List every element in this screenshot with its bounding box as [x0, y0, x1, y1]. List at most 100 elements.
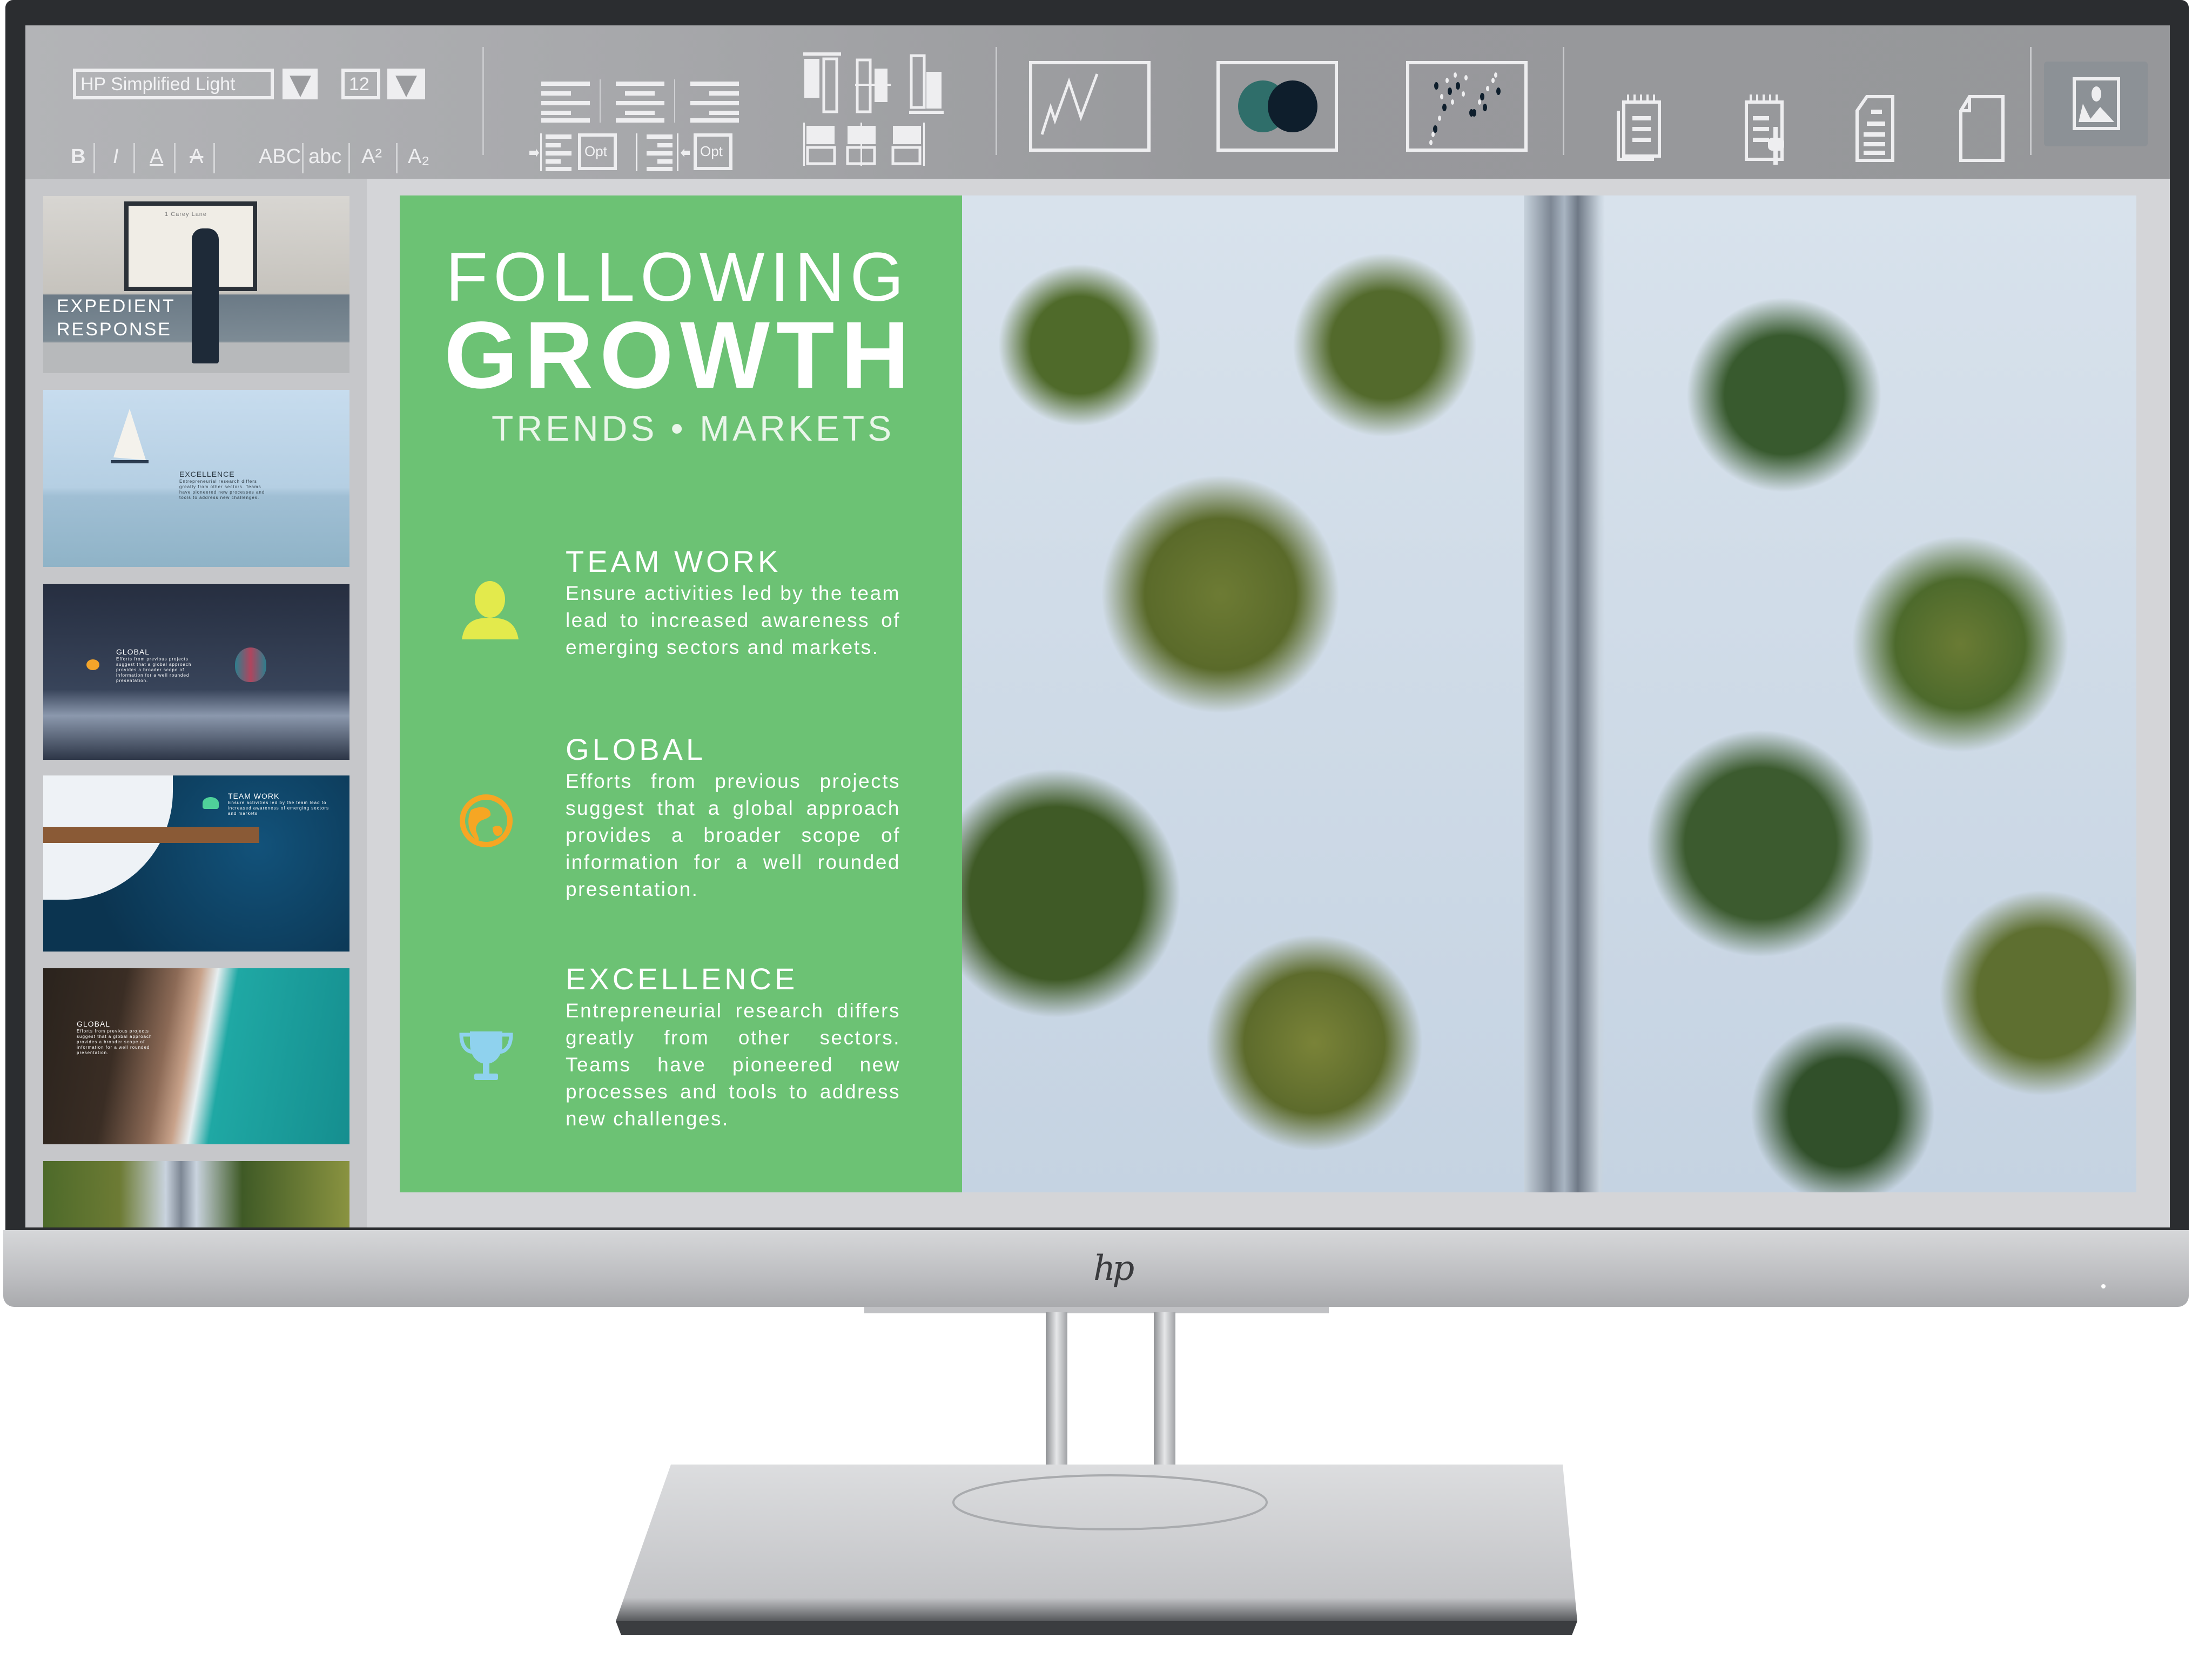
- toolbar-separator: [2030, 47, 2032, 155]
- walking-person: [192, 228, 219, 363]
- monitor-screen: HP Simplified Light 12 B I A A ABC abc A…: [25, 25, 2170, 1227]
- strikethrough-button[interactable]: A: [190, 145, 203, 168]
- hp-logo: hp: [1093, 1249, 1137, 1288]
- scatter-chart-icon: [1429, 72, 1501, 145]
- indent-left-option[interactable]: Opt: [578, 133, 617, 170]
- stand-post: [1154, 1312, 1175, 1485]
- slide-thumbnail-4[interactable]: TEAM WORK Ensure activities led by the t…: [43, 775, 349, 952]
- slide-thumbnail-2[interactable]: EXCELLENCE Entrepreneurial research diff…: [43, 390, 349, 567]
- globe-icon: [460, 794, 513, 847]
- scatter-dot: [1491, 78, 1495, 83]
- forest-road-photo: [962, 195, 2136, 1192]
- scatter-dot: [1478, 99, 1481, 105]
- line-chart-button[interactable]: [1029, 61, 1151, 152]
- bold-button[interactable]: B: [71, 145, 85, 168]
- thumbnail-body: Efforts from previous projects suggest t…: [116, 657, 192, 683]
- slide-thumbnail-panel: 1 Carey Lane EXPEDIENT RESPONSE EXCELLEN…: [25, 179, 367, 1227]
- align-right-icon: [690, 82, 739, 123]
- scatter-dot: [1440, 94, 1443, 99]
- scatter-dot: [1494, 72, 1497, 78]
- notepad-button[interactable]: [1616, 95, 1670, 165]
- font-name-value: HP Simplified Light: [80, 74, 236, 95]
- toolbar: HP Simplified Light 12 B I A A ABC abc A…: [25, 25, 2170, 179]
- scatter-dot: [1438, 116, 1441, 121]
- section-title-team-work: TEAM WORK: [566, 544, 782, 578]
- image-button[interactable]: [2044, 62, 2148, 146]
- indent-increase-icon[interactable]: [529, 133, 573, 171]
- divider: [636, 133, 637, 171]
- scatter-dot: [1451, 99, 1454, 105]
- scatter-dot: [1429, 140, 1433, 145]
- thumbnail-title: EXCELLENCE: [179, 470, 235, 478]
- slide-text-panel: FOLLOWING GROWTH TRENDS • MARKETS TEAM W…: [400, 195, 962, 1192]
- scatter-dot: [1456, 82, 1460, 90]
- thumbnail-sign: 1 Carey Lane: [165, 211, 207, 218]
- divider: [213, 143, 215, 173]
- section-title-excellence: EXCELLENCE: [566, 962, 798, 996]
- divider: [93, 143, 95, 173]
- thumbnail-title: GLOBAL: [116, 647, 150, 656]
- divider: [348, 143, 350, 173]
- align-middle-icon: [855, 58, 891, 113]
- vertical-align-buttons[interactable]: [803, 52, 965, 182]
- scatter-dot: [1433, 125, 1437, 133]
- option-label: Opt: [700, 143, 723, 159]
- venn-chart-icon: [1238, 80, 1317, 132]
- uppercase-button[interactable]: ABC: [259, 145, 301, 168]
- slide-canvas[interactable]: FOLLOWING GROWTH TRENDS • MARKETS TEAM W…: [400, 195, 2136, 1192]
- globe-icon: [86, 659, 99, 670]
- slide-title-line2: GROWTH: [444, 302, 916, 408]
- notepad-edit-button[interactable]: [1743, 95, 1797, 165]
- balloon-image: [235, 647, 266, 682]
- scatter-dot: [1448, 87, 1452, 95]
- scatter-dot: [1442, 104, 1447, 111]
- font-name-field[interactable]: HP Simplified Light: [73, 69, 274, 99]
- section-title-global: GLOBAL: [566, 732, 707, 766]
- italic-button[interactable]: I: [113, 145, 119, 168]
- scatter-dot: [1454, 72, 1457, 78]
- indent-decrease-icon[interactable]: [647, 133, 690, 171]
- scatter-dot: [1434, 82, 1438, 90]
- stand-base: [616, 1465, 1577, 1635]
- font-size-dropdown[interactable]: [387, 69, 425, 99]
- slide-thumbnail-1[interactable]: 1 Carey Lane EXPEDIENT RESPONSE: [43, 196, 349, 373]
- thumbnail-body: Entrepreneurial research differs greatly…: [179, 479, 265, 500]
- slide-thumbnail-3[interactable]: GLOBAL Efforts from previous projects su…: [43, 584, 349, 760]
- anchor-chain: [43, 827, 259, 843]
- thumbnail-title: TEAM WORK: [228, 792, 280, 800]
- slide-thumbnail-5[interactable]: GLOBAL Efforts from previous projects su…: [43, 968, 349, 1144]
- blank-page-button[interactable]: [1956, 95, 2011, 165]
- underline-button[interactable]: A: [150, 145, 163, 168]
- sailboat-image: [111, 409, 149, 463]
- divider: [302, 143, 304, 173]
- superscript-button[interactable]: A²: [361, 145, 382, 168]
- thumbnail-title: EXPEDIENT: [57, 296, 176, 316]
- trophy-icon: [459, 1031, 513, 1080]
- scatter-dot: [1431, 132, 1435, 137]
- scatter-dot: [1483, 104, 1487, 111]
- scatter-dot: [1464, 75, 1468, 80]
- monitor-chin: hp: [3, 1230, 2189, 1307]
- toolbar-separator: [996, 47, 997, 155]
- document-button[interactable]: [1854, 95, 1908, 165]
- thumbnail-body: Ensure activities led by the team lead t…: [228, 800, 330, 816]
- thumbnail-title: GLOBAL: [77, 1020, 111, 1028]
- subscript-button[interactable]: A₂: [408, 145, 429, 168]
- font-name-dropdown[interactable]: [283, 69, 318, 99]
- venn-chart-button[interactable]: [1216, 61, 1338, 152]
- distribute-icon: [803, 123, 925, 166]
- stand-mount: [864, 1307, 1329, 1313]
- divider: [396, 143, 398, 173]
- image-icon: [2073, 77, 2120, 130]
- lowercase-button[interactable]: abc: [308, 145, 341, 168]
- divider: [133, 143, 135, 173]
- scatter-chart-button[interactable]: [1406, 61, 1528, 152]
- line-chart-icon: [1040, 73, 1099, 135]
- indent-right-option[interactable]: Opt: [694, 133, 732, 170]
- font-size-field[interactable]: 12: [341, 69, 380, 99]
- toolbar-separator: [1563, 47, 1564, 155]
- align-left-button[interactable]: [541, 79, 747, 123]
- scatter-dot: [1480, 93, 1484, 100]
- slide-thumbnail-6[interactable]: [43, 1161, 349, 1227]
- slide-subtitle: TRENDS • MARKETS: [492, 408, 895, 448]
